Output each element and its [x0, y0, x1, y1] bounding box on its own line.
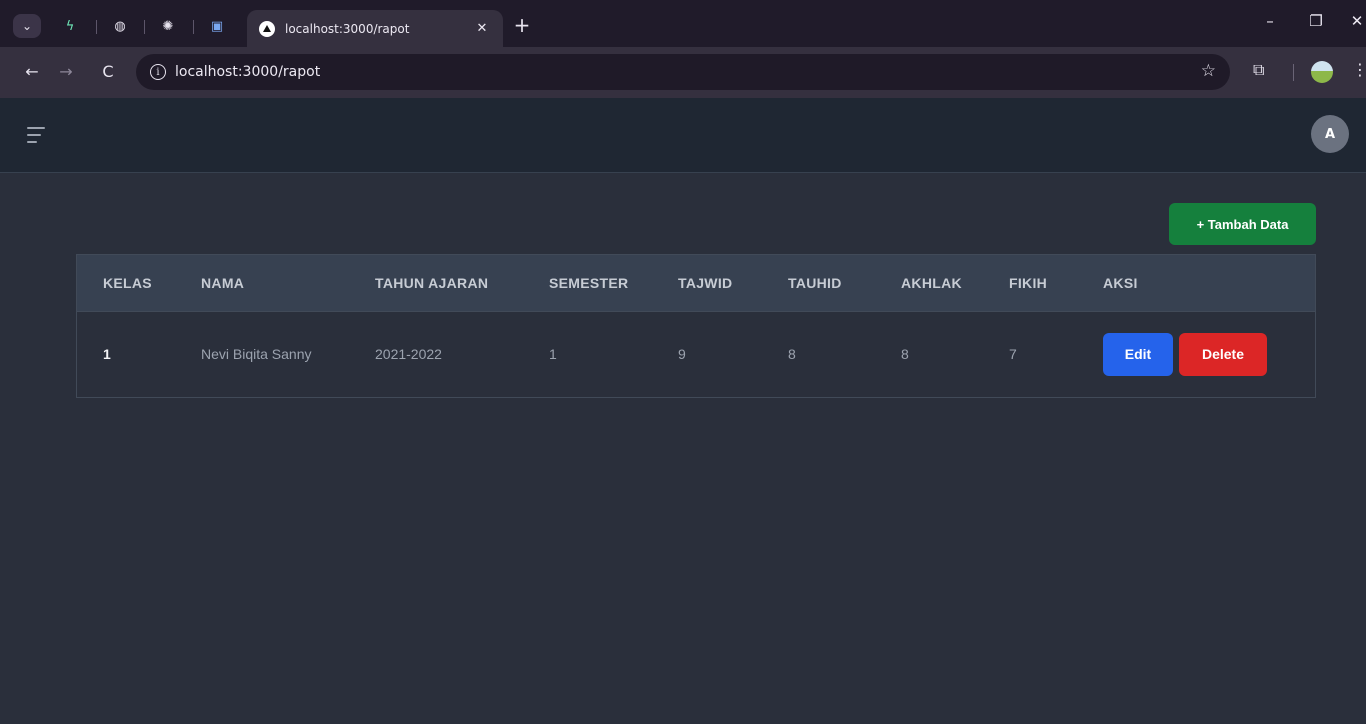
- reload-icon[interactable]: C: [97, 61, 119, 83]
- browser-tab-bar: ⌄ ϟ ◍ ✺ ▣ localhost:3000/rapot ✕ + – ❐ ✕: [0, 0, 1366, 47]
- pinned-tab-bolt-icon[interactable]: ϟ: [59, 15, 81, 37]
- cell-semester: 1: [549, 346, 557, 363]
- delete-button[interactable]: Delete: [1179, 332, 1267, 376]
- edit-button[interactable]: Edit: [1103, 332, 1173, 376]
- toolbar-separator: [1293, 64, 1294, 81]
- cell-nama: Nevi Biqita Sanny: [201, 346, 312, 363]
- column-header-tajwid: TAJWID: [678, 274, 733, 291]
- table-header-row: KELAS NAMA TAHUN AJARAN SEMESTER TAJWID …: [77, 255, 1315, 311]
- add-data-button[interactable]: + Tambah Data: [1169, 203, 1316, 245]
- back-icon[interactable]: ←: [21, 61, 43, 83]
- cell-aksi: Edit Delete: [1103, 311, 1315, 397]
- table-row: 1 Nevi Biqita Sanny 2021-2022 1 9 8 8 7 …: [77, 311, 1315, 397]
- cell-fikih: 7: [1009, 346, 1017, 363]
- app-header: A: [0, 98, 1366, 173]
- extensions-icon[interactable]: ⧉: [1253, 60, 1264, 80]
- browser-menu-icon[interactable]: ⋮: [1352, 60, 1366, 79]
- tab-separator: [144, 20, 145, 34]
- pinned-tab-globe-icon[interactable]: ◍: [109, 15, 131, 37]
- url-text[interactable]: localhost:3000/rapot: [175, 64, 320, 80]
- forward-icon[interactable]: →: [55, 61, 77, 83]
- bookmark-star-icon[interactable]: ☆: [1201, 61, 1216, 81]
- column-header-nama: NAMA: [201, 274, 245, 291]
- new-tab-icon[interactable]: +: [511, 14, 533, 36]
- window-close-icon[interactable]: ✕: [1342, 12, 1366, 30]
- site-info-icon[interactable]: i: [150, 64, 166, 80]
- cell-kelas: 1: [103, 346, 111, 363]
- column-header-fikih: FIKIH: [1009, 274, 1048, 291]
- tab-close-icon[interactable]: ✕: [473, 21, 491, 36]
- pinned-tab-chatgpt-icon[interactable]: ✺: [157, 15, 179, 37]
- column-header-tahun-ajaran: TAHUN AJARAN: [375, 274, 489, 291]
- avatar[interactable]: A: [1311, 115, 1349, 153]
- column-header-semester: SEMESTER: [549, 274, 629, 291]
- minimize-icon[interactable]: –: [1255, 12, 1285, 30]
- tab-separator: [193, 20, 194, 34]
- tab-favicon-icon: [259, 20, 275, 37]
- column-header-akhlak: AKHLAK: [901, 274, 962, 291]
- cell-tajwid: 9: [678, 346, 686, 363]
- hamburger-menu-icon[interactable]: [27, 127, 47, 143]
- address-bar[interactable]: i localhost:3000/rapot ☆: [136, 54, 1230, 90]
- tab-separator: [96, 20, 97, 34]
- cell-tauhid: 8: [788, 346, 796, 363]
- column-header-aksi: AKSI: [1103, 274, 1138, 291]
- cell-akhlak: 8: [901, 346, 909, 363]
- active-tab[interactable]: localhost:3000/rapot ✕: [247, 10, 503, 47]
- cell-tahun-ajaran: 2021-2022: [375, 346, 442, 363]
- tab-title: localhost:3000/rapot: [285, 21, 410, 36]
- pinned-tab-translate-icon[interactable]: ▣: [206, 15, 228, 37]
- column-header-tauhid: TAUHID: [788, 274, 842, 291]
- profile-icon[interactable]: [1311, 61, 1333, 83]
- rapot-table: KELAS NAMA TAHUN AJARAN SEMESTER TAJWID …: [76, 254, 1316, 398]
- tab-search-icon[interactable]: ⌄: [13, 14, 41, 38]
- browser-toolbar: ← → C i localhost:3000/rapot ☆ ⧉ ⋮: [0, 47, 1366, 98]
- column-header-kelas: KELAS: [103, 274, 152, 291]
- restore-icon[interactable]: ❐: [1301, 12, 1331, 30]
